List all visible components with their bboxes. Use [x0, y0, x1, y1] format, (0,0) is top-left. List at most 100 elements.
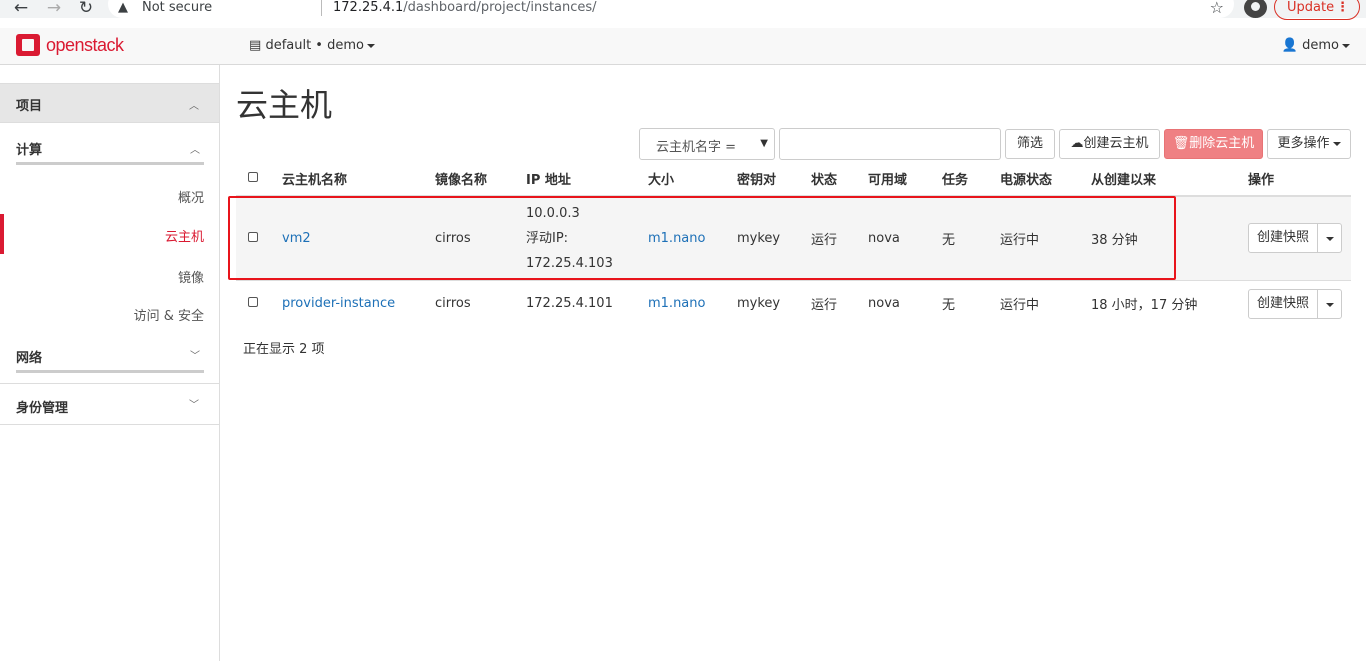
update-button[interactable]: Update ⋮: [1274, 0, 1360, 20]
delete-instances-button[interactable]: 🗑删除云主机: [1164, 129, 1263, 159]
sidebar-item-access-security[interactable]: 访问 & 安全: [134, 305, 204, 324]
availability-zone-cell: nova: [868, 195, 942, 280]
column-header[interactable]: 状态: [811, 162, 868, 197]
instance-name-link[interactable]: provider-instance: [282, 296, 395, 311]
ip-address-line: 172.25.4.103: [526, 255, 613, 271]
sidebar-item-images[interactable]: 镜像: [178, 267, 204, 286]
user-icon: 👤: [1281, 38, 1298, 53]
image-name-cell: cirros: [435, 279, 526, 327]
column-header: 操作: [1248, 162, 1351, 197]
keypair-cell: mykey: [737, 195, 811, 280]
project-label: default • demo: [265, 38, 364, 53]
actions-cell: 创建快照: [1248, 195, 1351, 280]
top-navbar: openstack ▤ default • demo 👤 demo: [0, 28, 1366, 65]
create-snapshot-button[interactable]: 创建快照: [1248, 288, 1318, 319]
create-snapshot-button[interactable]: 创建快照: [1248, 223, 1318, 254]
sidebar-item-instances[interactable]: 云主机: [0, 214, 219, 254]
table-header-row: 云主机名称 镜像名称 IP 地址 大小 密钥对 状态 可用域 任务 电源状态 从…: [236, 162, 1351, 197]
cloud-upload-icon: ☁: [1070, 136, 1084, 151]
ip-address-cell: 10.0.0.3 浮动IP: 172.25.4.103: [526, 195, 648, 280]
table-row: vm2 cirros 10.0.0.3 浮动IP: 172.25.4.103 m…: [236, 195, 1351, 280]
sidebar-section-compute[interactable]: 计算 ︿: [16, 139, 204, 165]
status-cell: 运行: [811, 279, 868, 327]
sidebar-section-project[interactable]: 项目 ︿: [0, 83, 219, 123]
row-actions-group: 创建快照: [1248, 288, 1342, 319]
flavor-link[interactable]: m1.nano: [648, 231, 705, 246]
actions-cell: 创建快照: [1248, 279, 1351, 327]
project-icon: ▤: [249, 38, 262, 53]
row-actions-dropdown[interactable]: [1317, 288, 1342, 319]
instance-name-link[interactable]: vm2: [282, 231, 311, 246]
security-label: Not secure: [142, 0, 213, 15]
column-header[interactable]: 电源状态: [1000, 162, 1091, 197]
chevron-down-icon: [1326, 237, 1334, 242]
column-header[interactable]: 镜像名称: [435, 162, 526, 197]
item-count-text: 正在显示 2 项: [243, 342, 325, 357]
select-all-checkbox[interactable]: [248, 172, 258, 182]
select-all-cell: [236, 162, 282, 197]
flavor-cell: m1.nano: [648, 195, 737, 280]
instances-table: 云主机名称 镜像名称 IP 地址 大小 密钥对 状态 可用域 任务 电源状态 从…: [236, 162, 1351, 327]
column-header[interactable]: 大小: [648, 162, 737, 197]
power-state-cell: 运行中: [1000, 279, 1091, 327]
user-menu[interactable]: 👤 demo: [1282, 38, 1350, 53]
filter-input[interactable]: [779, 128, 1001, 160]
chevron-up-icon: ︿: [189, 101, 199, 112]
ip-address-cell: 172.25.4.101: [526, 279, 648, 327]
column-header[interactable]: IP 地址: [526, 162, 648, 197]
browser-toolbar: ← → ↻ ▲ Not secure 172.25.4.1/dashboard/…: [0, 0, 1366, 20]
address-separator: [321, 0, 322, 16]
sidebar-item-overview[interactable]: 概况: [178, 187, 204, 206]
openstack-logo-icon[interactable]: [16, 34, 40, 56]
filter-field-select[interactable]: 云主机名字 = ▼: [639, 128, 775, 160]
kebab-menu-icon: ⋮: [1336, 0, 1349, 15]
column-header[interactable]: 从创建以来: [1091, 162, 1248, 197]
column-header[interactable]: 云主机名称: [282, 162, 435, 197]
sidebar-section-identity[interactable]: 身份管理 ﹀: [0, 383, 219, 425]
sidebar-section-network[interactable]: 网络 ﹀: [16, 347, 204, 373]
status-cell: 运行: [811, 195, 868, 280]
forward-arrow-icon[interactable]: →: [43, 0, 65, 18]
warning-icon: ▲: [118, 0, 128, 15]
back-arrow-icon[interactable]: ←: [10, 0, 32, 18]
row-checkbox[interactable]: [248, 297, 258, 308]
more-actions-button[interactable]: 更多操作: [1267, 129, 1351, 159]
sidebar-section-label: 身份管理: [16, 401, 69, 416]
reload-icon[interactable]: ↻: [75, 0, 97, 18]
more-actions-label: 更多操作: [1277, 136, 1330, 151]
power-state-cell: 运行中: [1000, 195, 1091, 280]
row-checkbox[interactable]: [248, 231, 258, 242]
filter-field-label: 云主机名字 =: [656, 140, 737, 155]
ip-address-line: 172.25.4.101: [526, 296, 613, 312]
keypair-cell: mykey: [737, 279, 811, 327]
launch-instance-button[interactable]: ☁创建云主机: [1059, 129, 1160, 159]
bookmark-star-icon[interactable]: ☆: [1210, 0, 1224, 17]
trash-icon: 🗑: [1172, 136, 1190, 151]
sidebar: 项目 ︿ 计算 ︿ 概况 云主机 镜像 访问 & 安全 网络 ﹀ 身份管理 ﹀: [0, 65, 220, 661]
logo-text[interactable]: openstack: [46, 35, 124, 56]
chevron-down-icon: ﹀: [190, 351, 200, 362]
delete-instances-label: 删除云主机: [1189, 136, 1255, 151]
task-cell: 无: [942, 279, 1000, 327]
filter-button[interactable]: 筛选: [1005, 129, 1055, 159]
instance-name-cell: provider-instance: [282, 279, 435, 327]
url-text: 172.25.4.1/dashboard/project/instances/: [333, 0, 597, 15]
column-header[interactable]: 任务: [942, 162, 1000, 197]
row-actions-dropdown[interactable]: [1317, 223, 1342, 254]
chevron-down-icon: [366, 43, 375, 48]
sidebar-item-label: 云主机: [164, 230, 204, 245]
chevron-up-icon: ︿: [190, 145, 200, 156]
ip-address-line: 浮动IP:: [526, 230, 569, 246]
project-selector[interactable]: ▤ default • demo: [249, 38, 375, 53]
flavor-link[interactable]: m1.nano: [648, 296, 705, 311]
sidebar-section-label: 网络: [16, 351, 43, 366]
profile-avatar-icon[interactable]: [1244, 0, 1267, 18]
sidebar-section-label: 项目: [16, 99, 43, 114]
column-header[interactable]: 密钥对: [737, 162, 811, 197]
address-bar[interactable]: ▲ Not secure 172.25.4.1/dashboard/projec…: [108, 0, 1234, 18]
age-cell: 18 小时，17 分钟: [1091, 279, 1248, 327]
chevron-down-icon: ▼: [760, 138, 768, 149]
row-select-cell: [236, 279, 282, 327]
column-header[interactable]: 可用域: [868, 162, 942, 197]
chevron-down-icon: [1332, 141, 1341, 146]
